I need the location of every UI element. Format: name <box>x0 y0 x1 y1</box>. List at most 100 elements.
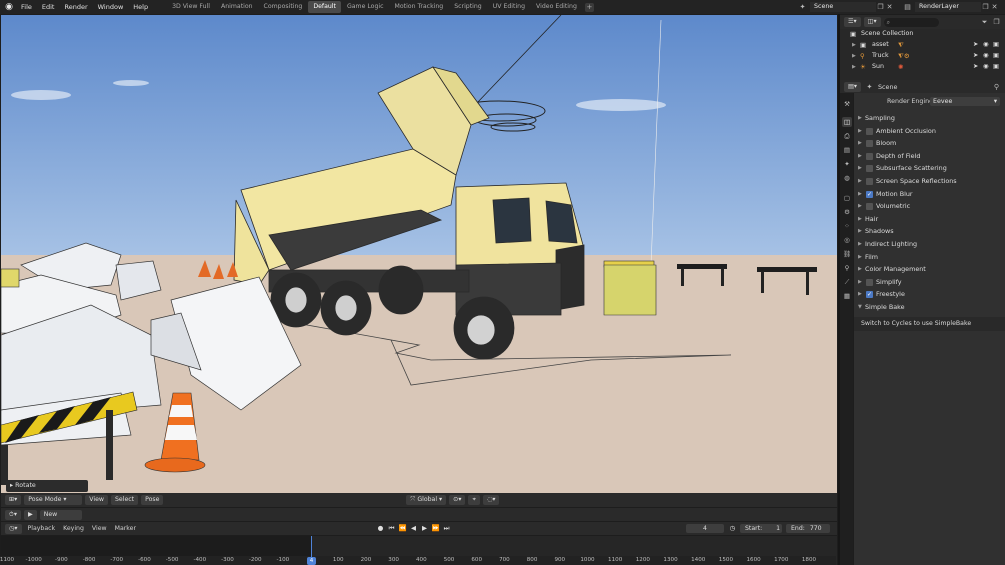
camera-icon[interactable]: ▣ <box>993 51 999 61</box>
tab-scene-icon[interactable]: ✦ <box>842 159 852 169</box>
panel-bloom[interactable]: ▶ Bloom <box>854 137 1005 149</box>
panel-screen-space-reflections[interactable]: ▶ Screen Space Reflections <box>854 175 1005 187</box>
outliner-row-sun[interactable]: ▶ ☀ Sun ✺ ➤ ◉ ▣ <box>840 62 1005 72</box>
select-arrow-icon[interactable]: ➤ <box>973 62 978 72</box>
tab-output-icon[interactable]: ⎙ <box>842 131 852 141</box>
end-frame-field[interactable]: End: 770 <box>786 524 830 533</box>
menu-marker[interactable]: Marker <box>113 525 138 532</box>
tab-constraints-icon[interactable]: ⛓ <box>842 249 852 259</box>
panel-volumetric[interactable]: ▶ Volumetric <box>854 200 1005 212</box>
enable-checkbox[interactable] <box>866 127 873 135</box>
tab-tool-icon[interactable]: ⚒ <box>842 99 852 109</box>
current-frame-field[interactable]: 4 <box>686 524 724 533</box>
copy-icon[interactable]: ❐ <box>876 2 885 12</box>
enable-checkbox[interactable]: ✓ <box>866 291 873 299</box>
filter-icon[interactable]: ⏷ <box>980 17 989 27</box>
record-icon[interactable]: ● <box>376 524 385 533</box>
eye-icon[interactable]: ◉ <box>983 51 989 61</box>
stopwatch-icon[interactable]: ◷ <box>728 524 737 533</box>
panel-shadows[interactable]: ▶ Shadows <box>854 225 1005 237</box>
prev-keyframe-icon[interactable]: ⏪ <box>398 524 407 533</box>
outliner-search-input[interactable]: ⌕ <box>883 17 939 27</box>
panel-freestyle[interactable]: ▶ ✓ Freestyle <box>854 288 1005 300</box>
enable-checkbox[interactable] <box>866 140 873 148</box>
panel-sampling[interactable]: ▶ Sampling <box>854 112 1005 124</box>
timeline-ruler[interactable]: -1100 -1000 -900 -800 -700 -600 -500 -400 -300 -2… <box>0 556 836 565</box>
tab-bone-icon[interactable]: ⟋ <box>842 277 852 287</box>
enable-checkbox[interactable] <box>866 203 873 211</box>
3d-viewport[interactable]: ▸ Rotate ◔ ⊹ ◐ ▣ ◎ ● ◑ ◕ ▾ <box>1 15 837 507</box>
outliner-editor-icon[interactable]: ☰▾ <box>844 17 861 27</box>
menu-select[interactable]: Select <box>110 495 139 505</box>
expand-arrow-icon[interactable]: ▶ <box>858 238 862 250</box>
panel-depth-of-field[interactable]: ▶ Depth of Field <box>854 150 1005 162</box>
enable-checkbox[interactable]: ✓ <box>866 190 873 198</box>
timeline-editor-icon[interactable]: ◷▾ <box>5 523 22 534</box>
select-arrow-icon[interactable]: ➤ <box>973 51 978 61</box>
play-reverse-icon[interactable]: ◀ <box>409 524 418 533</box>
eye-icon[interactable]: ◉ <box>983 62 989 72</box>
tab-scripting[interactable]: Scripting <box>449 1 487 13</box>
view-layer-selector[interactable]: ▤ RenderLayer ❐ ✕ <box>903 2 1003 12</box>
menu-edit[interactable]: Edit <box>37 0 60 14</box>
expand-arrow-icon[interactable]: ▶ <box>852 40 856 50</box>
tab-object-icon[interactable]: ▢ <box>842 193 852 203</box>
snap-icon[interactable]: ⌖ <box>468 495 480 505</box>
panel-ambient-occlusion[interactable]: ▶ Ambient Occlusion <box>854 125 1005 137</box>
enable-checkbox[interactable] <box>866 178 873 185</box>
expand-arrow-icon[interactable]: ▶ <box>858 112 862 124</box>
expand-arrow-icon[interactable]: ▶ <box>858 263 862 275</box>
expand-arrow-icon[interactable]: ▶ <box>858 125 862 137</box>
enable-checkbox[interactable] <box>866 165 873 173</box>
menu-help[interactable]: Help <box>128 0 153 14</box>
outliner-row-scene-collection[interactable]: ▣ Scene Collection <box>840 29 1005 39</box>
expand-arrow-icon[interactable]: ▶ <box>858 200 862 212</box>
blender-logo-icon[interactable]: ◉ <box>2 0 16 14</box>
jump-start-icon[interactable]: ⏮ <box>387 524 396 533</box>
camera-icon[interactable]: ▣ <box>993 62 999 72</box>
new-collection-icon[interactable]: ❐ <box>992 17 1001 27</box>
panel-color-management[interactable]: ▶ Color Management <box>854 263 1005 275</box>
expand-arrow-icon[interactable]: ▶ <box>858 137 862 149</box>
add-workspace-button[interactable]: + <box>584 2 594 12</box>
transform-orientation-dropdown[interactable]: ⤧ Global ▾ <box>406 495 447 505</box>
properties-editor-icon[interactable]: ▤▾ <box>844 81 861 92</box>
tab-physics-icon[interactable]: ◎ <box>842 235 852 245</box>
menu-pose[interactable]: Pose <box>141 495 164 505</box>
menu-render[interactable]: Render <box>59 0 92 14</box>
expand-arrow-icon[interactable]: ▶ <box>858 213 862 225</box>
tab-world-icon[interactable]: ◍ <box>842 173 852 183</box>
expand-arrow-icon[interactable]: ▶ <box>858 175 862 187</box>
tab-compositing[interactable]: Compositing <box>259 1 308 13</box>
menu-playback[interactable]: Playback <box>26 525 58 532</box>
action-dropdown[interactable]: New <box>39 509 82 520</box>
tab-data-icon[interactable]: ⚲ <box>842 263 852 273</box>
play-icon[interactable]: ▶ <box>420 524 429 533</box>
enable-checkbox[interactable] <box>866 278 873 286</box>
expand-arrow-icon[interactable]: ▶ <box>858 288 862 300</box>
start-frame-field[interactable]: Start: 1 <box>740 524 782 533</box>
tab-texture-icon[interactable]: ▦ <box>842 291 852 301</box>
expand-arrow-icon[interactable]: ▶ <box>858 276 862 288</box>
panel-indirect-lighting[interactable]: ▶ Indirect Lighting <box>854 238 1005 250</box>
render-engine-dropdown[interactable]: Eevee ▾ <box>930 97 1000 106</box>
tab-game-logic[interactable]: Game Logic <box>342 1 389 13</box>
pin-icon[interactable]: ⚲ <box>992 82 1001 92</box>
close-icon[interactable]: ✕ <box>885 2 894 12</box>
tab-modifier-icon[interactable]: ⚙ <box>842 207 852 217</box>
outliner-row-truck[interactable]: ▶ ⚲ Truck ⧨⚙ ➤ ◉ ▣ <box>840 51 1005 61</box>
menu-view[interactable]: View <box>85 495 108 505</box>
tab-motion-tracking[interactable]: Motion Tracking <box>390 1 449 13</box>
pivot-point-icon[interactable]: ⊙▾ <box>449 495 466 505</box>
camera-icon[interactable]: ▣ <box>993 40 999 50</box>
copy-icon[interactable]: ❐ <box>981 2 990 12</box>
select-arrow-icon[interactable]: ➤ <box>973 40 978 50</box>
menu-file[interactable]: File <box>16 0 37 14</box>
panel-motion-blur[interactable]: ▶ ✓ Motion Blur <box>854 188 1005 200</box>
close-icon[interactable]: ✕ <box>990 2 999 12</box>
tab-render-icon[interactable]: ◫ <box>842 117 852 127</box>
tab-animation[interactable]: Animation <box>216 1 258 13</box>
menu-view[interactable]: View <box>90 525 109 532</box>
outliner-row-asset[interactable]: ▶ ▣ asset ⧨ ➤ ◉ ▣ <box>840 40 1005 50</box>
tab-default[interactable]: Default <box>308 1 341 13</box>
